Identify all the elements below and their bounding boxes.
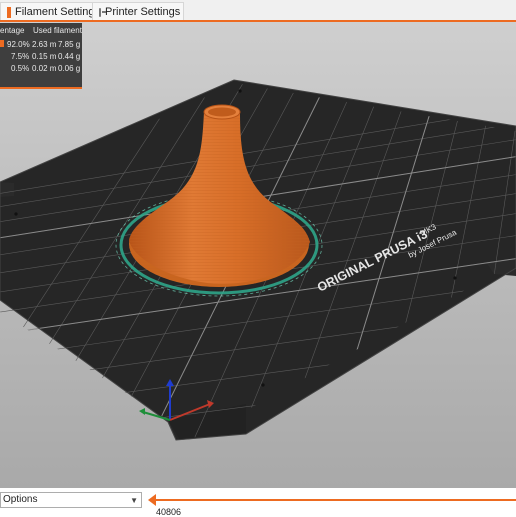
layer-slider-track[interactable] [150, 499, 516, 501]
filament-spool-icon [7, 6, 11, 18]
options-dropdown-label: Options [3, 494, 38, 505]
tab-printer-settings[interactable]: Printer Settings [92, 2, 184, 21]
legend-length: 2.63 m [32, 40, 57, 49]
legend-percent: 92.0% [7, 40, 30, 49]
y-axis-arrow [139, 408, 145, 415]
settings-tab-bar: Filament Settings Printer Settings [0, 0, 516, 23]
layer-slider-thumb[interactable] [148, 494, 156, 506]
legend-color-swatch [0, 40, 4, 47]
filament-usage-legend: entage Used filament 92.0% 2.63 m 7.85 g… [0, 23, 82, 89]
legend-row: 92.0% 2.63 m 7.85 g [0, 40, 82, 51]
print-bed-scene: ORIGINAL PRUSA i3 MK3 by Josef Prusa [0, 79, 516, 441]
legend-weight: 0.44 g [58, 52, 81, 61]
bed-left-tab [0, 182, 14, 197]
tab-printer-settings-label: Printer Settings [105, 6, 181, 18]
printed-model-top-opening [208, 107, 236, 117]
legend-row: 7.5% 0.15 m 0.44 g [0, 52, 82, 63]
legend-length: 0.15 m [32, 52, 57, 61]
legend-row: 0.5% 0.02 m 0.06 g [0, 64, 82, 75]
tab-bar-accent-line [0, 20, 516, 22]
legend-header: entage Used filament [0, 26, 82, 38]
printer-icon [99, 7, 106, 17]
legend-weight: 0.06 g [58, 64, 81, 73]
legend-percent: 7.5% [11, 52, 30, 61]
bottom-toolbar: Options ▼ 40806 [0, 488, 516, 517]
legend-col-used-filament: Used filament [33, 26, 82, 35]
legend-weight: 7.85 g [58, 40, 81, 49]
legend-col-percentage: entage [0, 26, 25, 35]
3d-preview-viewport[interactable]: ORIGINAL PRUSA i3 MK3 by Josef Prusa [0, 23, 516, 488]
tab-filament-settings[interactable]: Filament Settings [0, 2, 100, 21]
legend-length: 0.02 m [32, 64, 57, 73]
legend-percent: 0.5% [11, 64, 30, 73]
tab-filament-settings-label: Filament Settings [15, 6, 100, 18]
options-dropdown[interactable]: Options ▼ [0, 492, 142, 508]
legend-bottom-rule [0, 87, 82, 89]
chevron-down-icon: ▼ [130, 496, 138, 505]
